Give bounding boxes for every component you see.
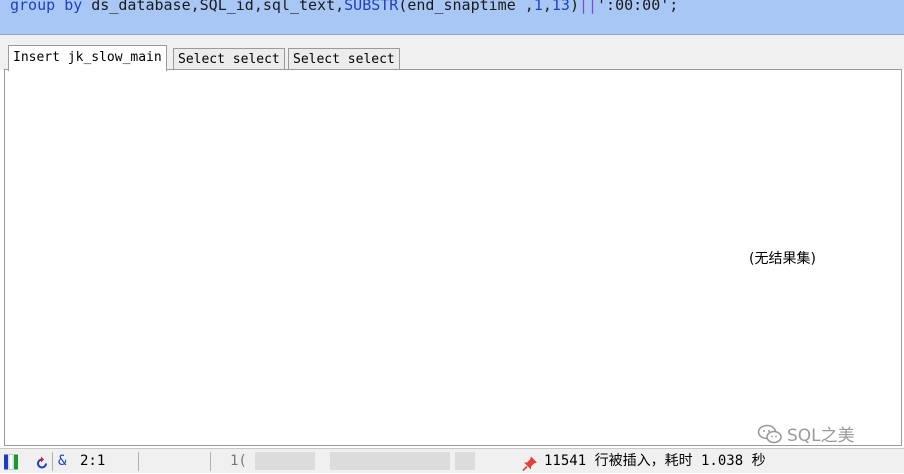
tab-select-1[interactable]: Select select bbox=[173, 48, 285, 70]
code-token: (end_snaptime , bbox=[398, 0, 534, 14]
obscured-region bbox=[330, 452, 450, 470]
status-field: 1( bbox=[230, 453, 247, 469]
sql-code-line[interactable]: group by ds_database,SQL_id,sql_text,SUB… bbox=[10, 0, 678, 15]
pin-icon bbox=[522, 456, 537, 472]
splitter[interactable] bbox=[0, 35, 904, 44]
sql-editor[interactable]: group by ds_database,SQL_id,sql_text,SUB… bbox=[0, 0, 904, 35]
empty-result-message: (无结果集) bbox=[749, 251, 816, 267]
refresh-icon[interactable] bbox=[34, 453, 50, 474]
connection-flag-icon bbox=[4, 454, 18, 470]
code-token: SUBSTR bbox=[344, 0, 399, 14]
results-panel[interactable]: (无结果集) SQL之美 bbox=[4, 69, 902, 446]
ampersand-indicator: & bbox=[58, 453, 67, 469]
status-message: 11541 行被插入，耗时 1.038 秒 bbox=[544, 453, 766, 469]
status-bar: & 2:1 1( 11541 行被插入，耗时 1.038 秒 bbox=[0, 448, 904, 473]
obscured-region bbox=[455, 452, 475, 470]
code-token: 1 bbox=[533, 0, 543, 14]
watermark-text: SQL之美 bbox=[787, 426, 855, 446]
code-token: ds_database,SQL_id,sql_text, bbox=[82, 0, 345, 14]
wechat-icon bbox=[757, 424, 782, 443]
code-token: 13 bbox=[551, 0, 570, 14]
cursor-position: 2:1 bbox=[80, 453, 106, 469]
code-token: , bbox=[542, 0, 552, 14]
tab-insert-jk-slow-main[interactable]: Insert jk_slow_main bbox=[8, 45, 167, 71]
tab-select-2[interactable]: Select select bbox=[288, 48, 400, 70]
watermark: SQL之美 bbox=[757, 421, 855, 446]
code-token: ':00:00' bbox=[597, 0, 670, 14]
code-token: ; bbox=[669, 0, 679, 14]
code-token: group bbox=[10, 0, 56, 14]
code-token: || bbox=[578, 0, 598, 14]
obscured-region bbox=[255, 452, 315, 470]
result-tab-bar: Insert jk_slow_main Select select Select… bbox=[0, 44, 904, 71]
code-token: by bbox=[64, 0, 83, 14]
code-token: ) bbox=[569, 0, 579, 14]
